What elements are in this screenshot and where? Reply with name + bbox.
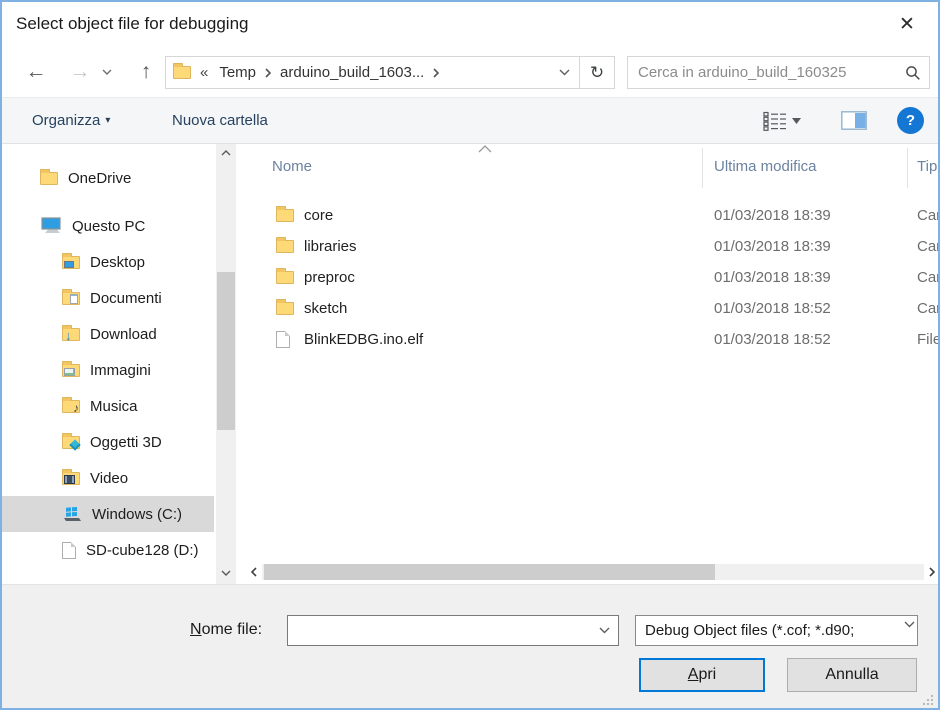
chevron-down-icon: ▾ (105, 115, 110, 126)
search-input[interactable] (628, 64, 897, 81)
navigation-sidebar: OneDrive Questo PC Desktop Documenti (2, 144, 242, 584)
up-button[interactable]: ↑ (130, 47, 162, 97)
file-row-blinkedbg-ino-elf[interactable]: BlinkEDBG.ino.elf 01/03/2018 18:52 File (242, 324, 940, 355)
file-row-libraries[interactable]: libraries 01/03/2018 18:39 Car (242, 231, 940, 262)
music-folder-icon: ♪ (62, 400, 80, 413)
breadcrumb-separator-icon (431, 68, 441, 78)
titlebar: Select object file for debugging ✕ (2, 2, 938, 47)
refresh-icon[interactable]: ↻ (580, 57, 614, 88)
scroll-right-icon[interactable] (924, 563, 940, 581)
sidebar-item-questo-pc[interactable]: Questo PC (2, 208, 214, 244)
back-button[interactable]: ← (20, 47, 52, 97)
file-row-core[interactable]: core 01/03/2018 18:39 Car (242, 200, 940, 231)
filename-input[interactable] (288, 616, 588, 645)
forward-button[interactable]: → (64, 47, 96, 97)
desktop-folder-icon (62, 256, 80, 269)
folder-icon (276, 240, 294, 253)
column-headers: Nome Ultima modifica Tip (242, 144, 940, 192)
search-icon[interactable] (897, 57, 929, 88)
horizontal-scrollbar-track[interactable] (262, 564, 924, 580)
downloads-folder-icon: ↓ (62, 328, 80, 341)
sidebar-item-documenti[interactable]: Documenti (2, 280, 214, 316)
dialog-content: OneDrive Questo PC Desktop Documenti (2, 144, 938, 584)
sidebar-scrollbar-thumb[interactable] (217, 272, 235, 430)
chevron-down-icon (792, 118, 801, 124)
change-view-button[interactable] (759, 107, 805, 135)
sidebar-item-musica[interactable]: ♪ Musica (2, 388, 214, 424)
file-list: Nome Ultima modifica Tip core 01/03/2018… (242, 144, 940, 584)
scroll-left-icon[interactable] (246, 563, 262, 581)
preview-pane-icon (841, 111, 867, 130)
folder-icon (276, 302, 294, 315)
scroll-up-icon[interactable] (216, 144, 236, 162)
sidebar-item-oggetti-3d[interactable]: Oggetti 3D (2, 424, 214, 460)
breadcrumb-overflow[interactable]: « (191, 57, 212, 88)
videos-folder-icon (62, 472, 80, 485)
folder-icon (276, 209, 294, 222)
sidebar-item-video[interactable]: Video (2, 460, 214, 496)
details-view-icon (763, 111, 787, 131)
horizontal-scrollbar-thumb[interactable] (264, 564, 715, 580)
sort-ascending-icon (478, 145, 492, 153)
navigation-bar: ← → ↑ « Temp arduino_build_1603... ↻ (2, 47, 938, 97)
filename-label: Nome file: (190, 621, 262, 639)
recent-locations-chevron-icon[interactable] (102, 47, 126, 97)
dialog-title: Select object file for debugging (16, 14, 249, 34)
address-bar[interactable]: « Temp arduino_build_1603... ↻ (165, 56, 615, 89)
command-toolbar: Organizza▾ Nuova cartella (2, 97, 938, 144)
filetype-selected-value: Debug Object files (*.cof; *.d90; (645, 622, 889, 639)
scroll-down-icon[interactable] (216, 564, 236, 582)
file-row-preproc[interactable]: preproc 01/03/2018 18:39 Car (242, 262, 940, 293)
filetype-dropdown-chevron-icon (904, 621, 915, 628)
folder-icon (40, 172, 58, 185)
folder-icon (276, 271, 294, 284)
column-header-ultima-modifica[interactable]: Ultima modifica (714, 158, 817, 175)
address-dropdown-chevron-icon[interactable] (549, 57, 579, 88)
column-divider[interactable] (907, 148, 908, 188)
new-folder-button[interactable]: Nuova cartella (172, 98, 268, 143)
column-divider[interactable] (702, 148, 703, 188)
column-header-nome[interactable]: Nome (272, 158, 312, 175)
dialog-footer: Nome file: Debug Object files (*.cof; *.… (2, 584, 938, 710)
cancel-button[interactable]: Annulla (787, 658, 917, 692)
3d-objects-folder-icon (62, 436, 80, 449)
sidebar-item-download[interactable]: ↓ Download (2, 316, 214, 352)
search-box (627, 56, 930, 89)
filename-combobox (287, 615, 619, 646)
file-dialog-window: Select object file for debugging ✕ ← → ↑… (0, 0, 940, 710)
sidebar-item-windows-c[interactable]: Windows (C:) (2, 496, 214, 532)
column-header-tipo[interactable]: Tip (917, 158, 937, 175)
sidebar-item-immagini[interactable]: Immagini (2, 352, 214, 388)
resize-grip[interactable] (923, 695, 933, 705)
horizontal-scrollbar[interactable] (246, 563, 940, 581)
breadcrumb-item-build-folder[interactable]: arduino_build_1603... (273, 57, 431, 88)
help-icon[interactable]: ? (897, 107, 924, 134)
file-rows: core 01/03/2018 18:39 Car libraries 01/0… (242, 200, 940, 355)
drive-d-icon (62, 542, 76, 559)
computer-icon (40, 217, 62, 235)
open-button[interactable]: Apri (639, 658, 765, 692)
organize-button[interactable]: Organizza▾ (32, 98, 110, 143)
address-folder-icon (173, 66, 191, 79)
sidebar-item-sd-cube128-d[interactable]: SD-cube128 (D:) (2, 532, 214, 568)
file-row-sketch[interactable]: sketch 01/03/2018 18:52 Car (242, 293, 940, 324)
windows-drive-icon (62, 506, 82, 522)
pictures-folder-icon (62, 364, 80, 377)
documents-folder-icon (62, 292, 80, 305)
preview-pane-button[interactable] (837, 107, 871, 134)
sidebar-item-onedrive[interactable]: OneDrive (2, 160, 214, 196)
sidebar-scrollbar[interactable] (216, 144, 236, 584)
breadcrumb-separator-icon (263, 68, 273, 78)
close-icon[interactable]: ✕ (892, 10, 922, 40)
sidebar-item-desktop[interactable]: Desktop (2, 244, 214, 280)
breadcrumb-item-temp[interactable]: Temp (212, 57, 263, 88)
file-icon (276, 331, 290, 348)
filename-dropdown-chevron-icon[interactable] (590, 616, 618, 645)
filetype-select[interactable]: Debug Object files (*.cof; *.d90; (635, 615, 918, 646)
